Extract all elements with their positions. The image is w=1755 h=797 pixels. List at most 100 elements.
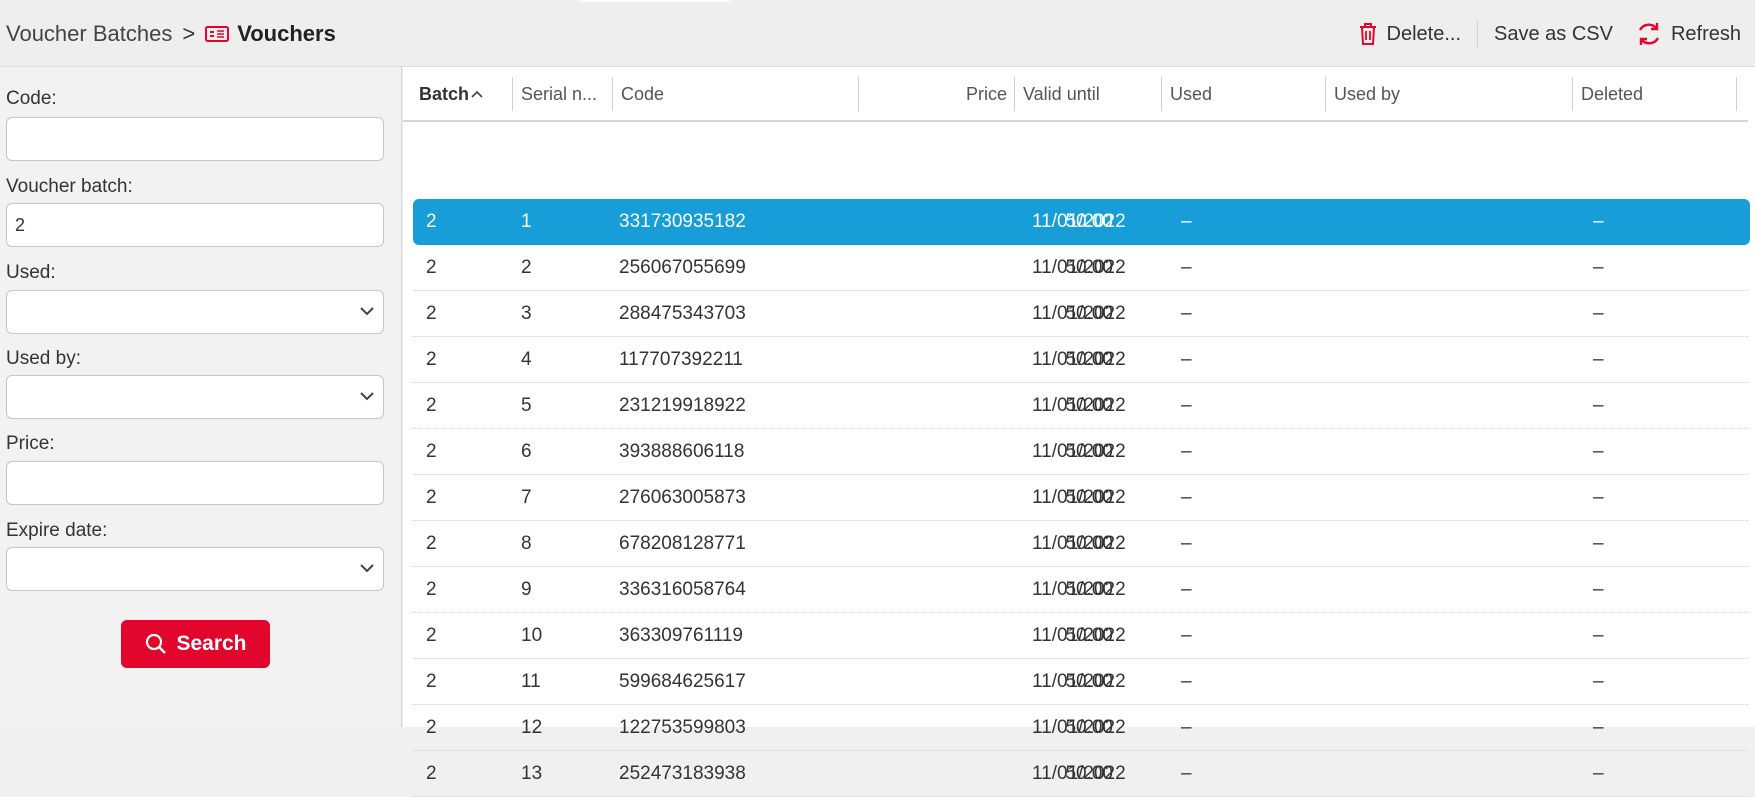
cell-code: 331730935182 (619, 211, 746, 232)
breadcrumb-separator: > (182, 21, 196, 46)
cell-serial: 3 (521, 303, 532, 324)
table-row[interactable]: 2 13 252473183938 50.00 11/01/2022 – – (413, 751, 1748, 797)
chevron-down-icon (360, 392, 374, 401)
table-row[interactable]: 2 7 276063005873 50.00 11/01/2022 – – (413, 475, 1748, 521)
cell-deleted: – (1593, 763, 1604, 784)
toolbar: Delete... Save as CSV Refresh (1357, 18, 1741, 50)
cell-serial: 1 (521, 211, 532, 232)
cell-serial: 6 (521, 441, 532, 462)
cell-deleted: – (1593, 303, 1604, 324)
tab-indicator (578, 0, 730, 2)
used-by-select[interactable] (6, 375, 384, 419)
table-row[interactable]: 2 10 363309761119 50.00 11/01/2022 – – (413, 613, 1748, 659)
voucher-batch-input[interactable]: 2 (6, 203, 384, 247)
cell-valid-until: 11/01/2022 (1032, 211, 1126, 232)
filter-panel: Code: Voucher batch: 2 Used: Used by: Pr… (0, 67, 402, 727)
chevron-down-icon (360, 307, 374, 316)
voucher-batch-label: Voucher batch: (6, 176, 133, 197)
cell-deleted: – (1593, 487, 1604, 508)
expire-date-select[interactable] (6, 547, 384, 591)
cell-code: 117707392211 (619, 349, 743, 370)
cell-used: – (1181, 763, 1192, 784)
table-row[interactable]: 2 4 117707392211 50.00 11/01/2022 – – (413, 337, 1748, 383)
cell-used: – (1181, 533, 1192, 554)
header-bar: Voucher Batches > Vouchers Delete... Sav… (0, 0, 1755, 67)
cell-batch: 2 (426, 579, 437, 600)
cell-used: – (1181, 441, 1192, 462)
cell-deleted: – (1593, 533, 1604, 554)
cell-batch: 2 (426, 395, 437, 416)
used-select[interactable] (6, 290, 384, 334)
cell-used: – (1181, 257, 1192, 278)
table-row[interactable]: 2 1 331730935182 50.00 11/01/2022 – – (413, 199, 1750, 245)
cell-serial: 5 (521, 395, 532, 416)
table-row[interactable]: 2 3 288475343703 50.00 11/01/2022 – – (413, 291, 1748, 337)
sort-ascending-icon (471, 90, 483, 98)
column-header-used-by[interactable]: Used by (1326, 77, 1573, 111)
cell-valid-until: 11/01/2022 (1032, 349, 1126, 370)
search-button[interactable]: Search (121, 620, 270, 668)
cell-used: – (1181, 487, 1192, 508)
table-row[interactable]: 2 9 336316058764 50.00 11/01/2022 – – (413, 567, 1748, 613)
search-label: Search (176, 632, 247, 655)
cell-code: 336316058764 (619, 579, 746, 600)
used-label: Used: (6, 262, 56, 283)
table-row[interactable]: 2 8 678208128771 50.00 11/01/2022 – – (413, 521, 1748, 567)
cell-code: 363309761119 (619, 625, 743, 646)
trash-icon (1359, 23, 1376, 45)
column-header-serial[interactable]: Serial n... (513, 77, 613, 111)
delete-label: Delete... (1386, 22, 1462, 45)
page-title: Vouchers (237, 21, 336, 46)
cell-deleted: – (1593, 211, 1604, 232)
save-csv-button[interactable]: Save as CSV (1494, 23, 1613, 46)
cell-used: – (1181, 625, 1192, 646)
breadcrumb: Voucher Batches > Vouchers (6, 20, 336, 48)
column-header-price[interactable]: Price (858, 77, 1015, 111)
chevron-down-icon (360, 564, 374, 573)
cell-code: 599684625617 (619, 671, 746, 692)
cell-batch: 2 (426, 717, 437, 738)
price-input[interactable] (6, 461, 384, 505)
toolbar-divider (1477, 20, 1479, 48)
cell-valid-until: 11/01/2022 (1032, 579, 1126, 600)
cell-serial: 11 (521, 671, 541, 692)
cell-serial: 12 (521, 717, 543, 738)
cell-valid-until: 11/01/2022 (1032, 625, 1126, 646)
cell-deleted: – (1593, 257, 1604, 278)
cell-valid-until: 11/01/2022 (1032, 717, 1126, 738)
cell-batch: 2 (426, 257, 437, 278)
code-label: Code: (6, 88, 57, 109)
expire-date-label: Expire date: (6, 520, 108, 541)
code-input[interactable] (6, 117, 384, 161)
table-row[interactable]: 2 2 256067055699 50.00 11/01/2022 – – (413, 245, 1748, 291)
refresh-button[interactable]: Refresh (1635, 20, 1741, 48)
cell-code: 276063005873 (619, 487, 746, 508)
cell-valid-until: 11/01/2022 (1032, 671, 1126, 692)
cell-code: 678208128771 (619, 533, 746, 554)
column-header-batch[interactable]: Batch (411, 77, 513, 111)
search-icon (146, 633, 167, 654)
table-row[interactable]: 2 5 231219918922 50.00 11/01/2022 – – (413, 383, 1748, 429)
cell-code: 252473183938 (619, 763, 746, 784)
column-header-valid-until[interactable]: Valid until (1015, 77, 1162, 111)
table-row[interactable]: 2 12 122753599803 50.00 11/01/2022 – – (413, 705, 1748, 751)
table-row[interactable]: 2 11 599684625617 50.00 11/01/2022 – – (413, 659, 1748, 705)
cell-valid-until: 11/01/2022 (1032, 303, 1126, 324)
cell-serial: 2 (521, 257, 532, 278)
cell-valid-until: 11/01/2022 (1032, 533, 1126, 554)
voucher-table: Batch Serial n... Code Price Valid until… (403, 67, 1755, 797)
table-row[interactable]: 2 6 393888606118 50.00 11/01/2022 – – (413, 429, 1748, 475)
delete-button[interactable]: Delete... (1357, 21, 1461, 47)
cell-deleted: – (1593, 671, 1604, 692)
cell-valid-until: 11/01/2022 (1032, 257, 1126, 278)
refresh-icon (1638, 23, 1660, 45)
column-header-used[interactable]: Used (1162, 77, 1326, 111)
cell-serial: 7 (521, 487, 532, 508)
cell-code: 288475343703 (619, 303, 746, 324)
cell-deleted: – (1593, 625, 1604, 646)
column-header-deleted[interactable]: Deleted (1573, 77, 1737, 111)
breadcrumb-parent-link[interactable]: Voucher Batches (6, 21, 172, 47)
cell-serial: 9 (521, 579, 532, 600)
cell-batch: 2 (426, 303, 437, 324)
cell-valid-until: 11/01/2022 (1032, 441, 1126, 462)
